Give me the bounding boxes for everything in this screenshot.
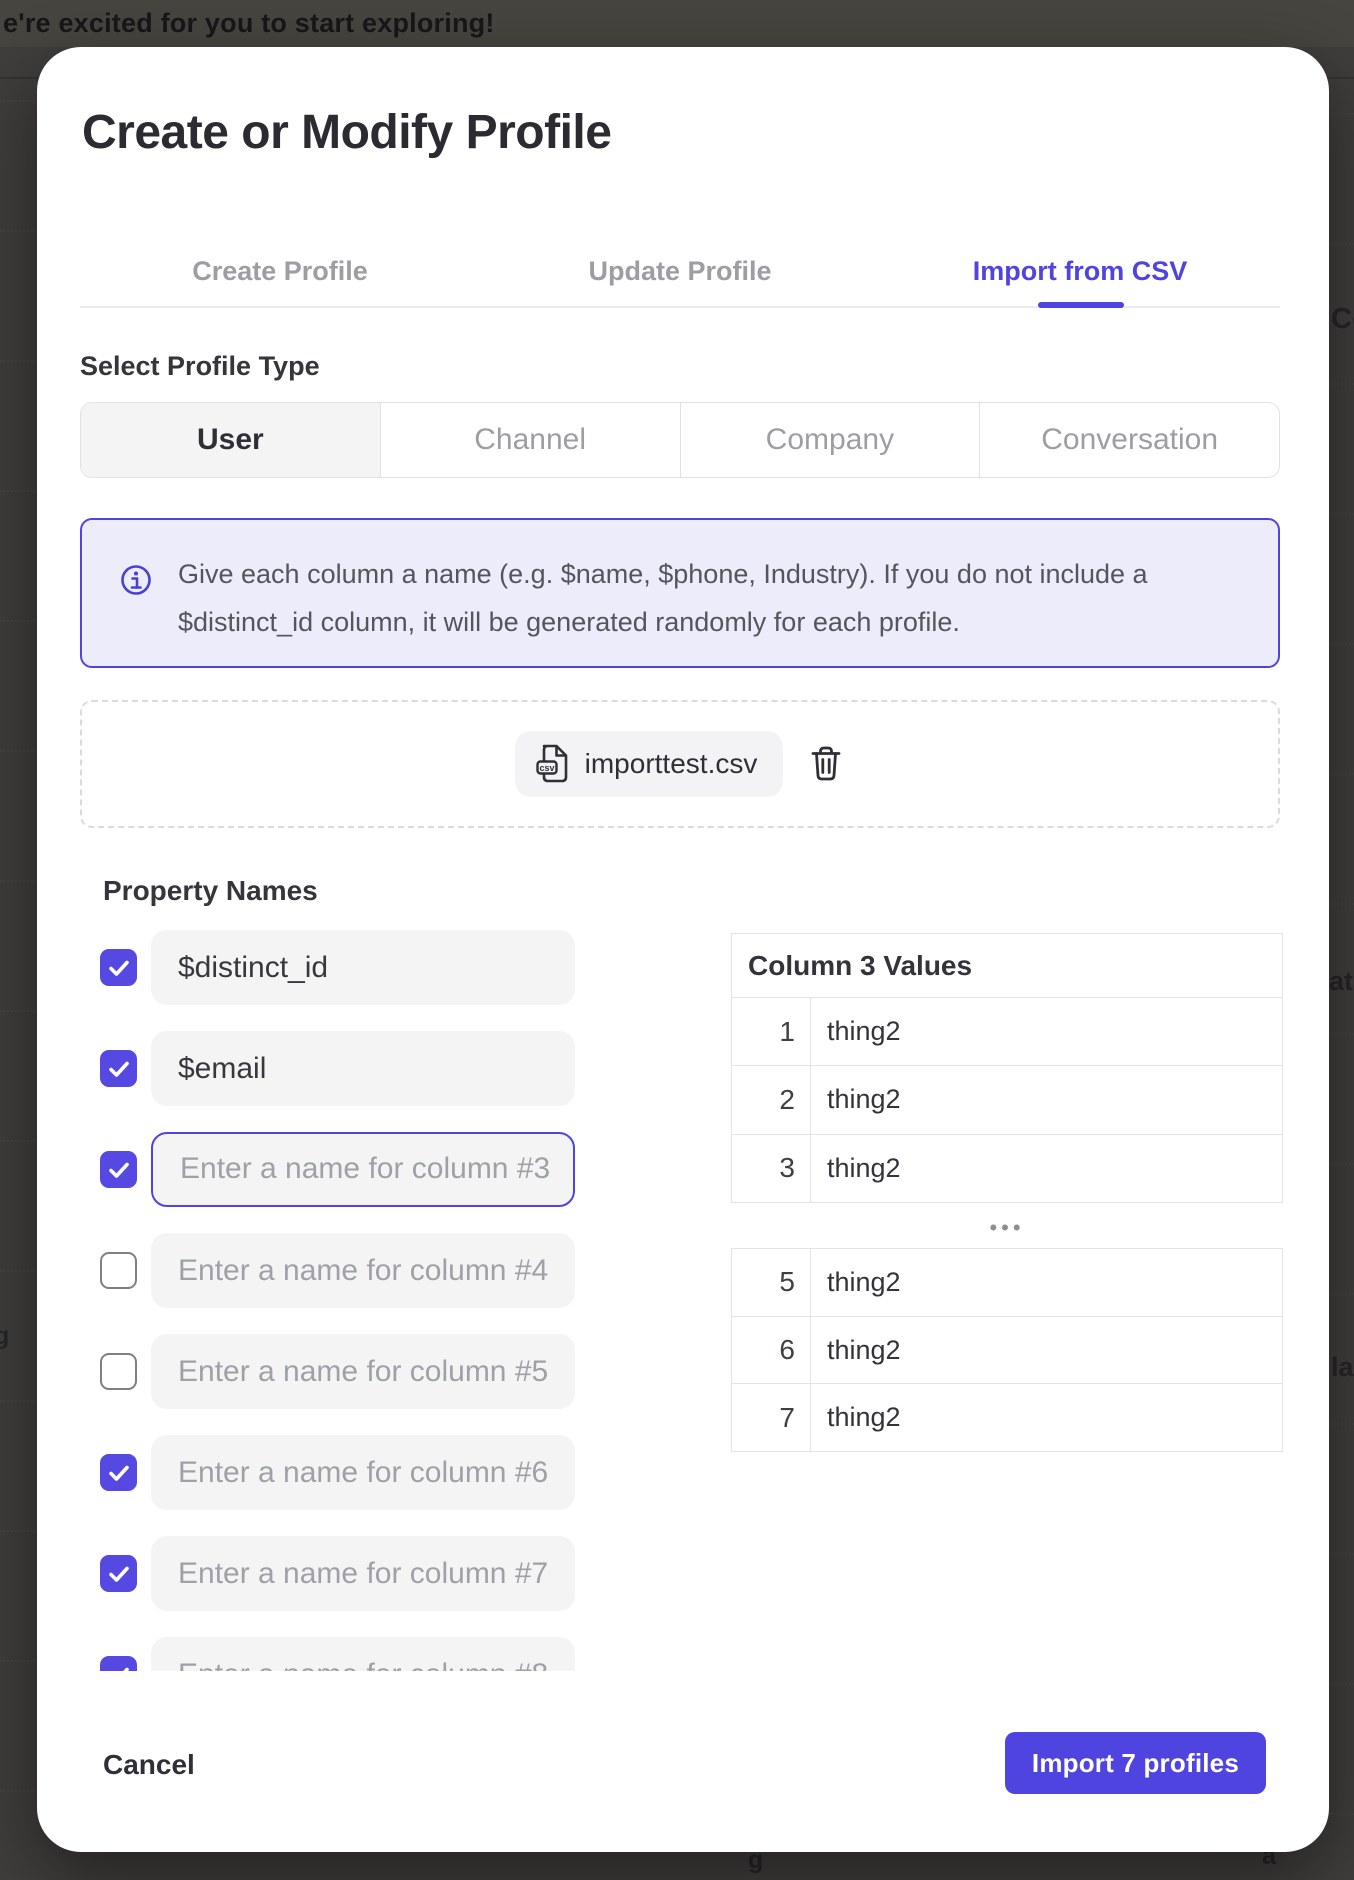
uploaded-file-name: importtest.csv: [585, 748, 758, 780]
segment-conversation[interactable]: Conversation: [980, 403, 1279, 477]
info-note: Give each column a name (e.g. $name, $ph…: [80, 518, 1280, 668]
background-text-fragment: ata: [1329, 966, 1354, 997]
info-note-text: Give each column a name (e.g. $name, $ph…: [178, 550, 1148, 666]
table-row: 1 thing2: [732, 998, 1282, 1066]
table-row: 6 thing2: [732, 1317, 1282, 1385]
info-note-line2: $distinct_id column, it will be generate…: [178, 598, 1148, 646]
column-values-table-bottom: 5 thing2 6 thing2 7 thing2: [731, 1248, 1283, 1452]
segment-user[interactable]: User: [81, 403, 381, 477]
column-5-checkbox[interactable]: [100, 1353, 137, 1390]
row-index: 6: [732, 1317, 811, 1384]
cancel-button[interactable]: Cancel: [103, 1745, 195, 1785]
table-row: 7 thing2: [732, 1384, 1282, 1451]
table-row: 3 thing2: [732, 1135, 1282, 1202]
row-value: thing2: [811, 1249, 1282, 1316]
trash-icon: [808, 744, 844, 784]
row-index: 3: [732, 1135, 811, 1202]
column-8-checkbox[interactable]: [100, 1656, 137, 1671]
background-banner-text: e're excited for you to start exploring!: [0, 0, 1354, 47]
column-5-name-input[interactable]: Enter a name for column #5: [151, 1334, 575, 1409]
delete-file-button[interactable]: [807, 744, 845, 784]
select-profile-type-label: Select Profile Type: [80, 347, 320, 385]
column-1-checkbox[interactable]: [100, 949, 137, 986]
row-value: thing2: [811, 1066, 1282, 1133]
column-2-checkbox[interactable]: [100, 1050, 137, 1087]
property-row: $distinct_id: [37, 930, 677, 1005]
property-row: Enter a name for column #6: [37, 1435, 677, 1510]
row-index: 2: [732, 1066, 811, 1133]
table-row: 2 thing2: [732, 1066, 1282, 1134]
rows-ellipsis: •••: [731, 1215, 1283, 1241]
column-4-name-input[interactable]: Enter a name for column #4: [151, 1233, 575, 1308]
column-1-name-input[interactable]: $distinct_id: [151, 930, 575, 1005]
column-7-name-input[interactable]: Enter a name for column #7: [151, 1536, 575, 1611]
table-row: 5 thing2: [732, 1249, 1282, 1317]
column-values-table-top: Column 3 Values 1 thing2 2 thing2 3 thin…: [731, 933, 1283, 1203]
property-row: Enter a name for column #7: [37, 1536, 677, 1611]
active-tab-underline: [1038, 302, 1124, 308]
background-text-fragment: lal: [1331, 1352, 1354, 1383]
background-text-fragment: Col: [1331, 303, 1354, 336]
import-profiles-button[interactable]: Import 7 profiles: [1005, 1732, 1266, 1794]
profile-type-segmented-control: User Channel Company Conversation: [80, 402, 1280, 478]
tab-import-from-csv[interactable]: Import from CSV: [880, 247, 1280, 295]
csv-file-icon: csv: [535, 743, 571, 785]
row-index: 1: [732, 998, 811, 1065]
row-index: 5: [732, 1249, 811, 1316]
tab-create-profile[interactable]: Create Profile: [80, 247, 480, 295]
column-8-name-input[interactable]: Enter a name for column #8: [151, 1637, 575, 1671]
property-row: Enter a name for column #5: [37, 1334, 677, 1409]
property-row: $email: [37, 1031, 677, 1106]
csv-file-chip[interactable]: csv importtest.csv: [515, 731, 784, 797]
row-value: thing2: [811, 1135, 1282, 1202]
column-4-checkbox[interactable]: [100, 1252, 137, 1289]
column-3-name-input[interactable]: Enter a name for column #3: [151, 1132, 575, 1207]
property-row: Enter a name for column #3: [37, 1132, 677, 1207]
file-upload-dropzone[interactable]: csv importtest.csv: [80, 700, 1280, 828]
segment-channel[interactable]: Channel: [381, 403, 681, 477]
info-icon: [120, 564, 152, 596]
column-2-name-input[interactable]: $email: [151, 1031, 575, 1106]
svg-text:csv: csv: [539, 763, 554, 773]
column-6-checkbox[interactable]: [100, 1454, 137, 1491]
column-6-name-input[interactable]: Enter a name for column #6: [151, 1435, 575, 1510]
column-7-checkbox[interactable]: [100, 1555, 137, 1592]
page-title: Create or Modify Profile: [82, 105, 611, 160]
create-or-modify-profile-dialog: Create or Modify Profile Create Profile …: [37, 47, 1329, 1852]
info-note-line1: Give each column a name (e.g. $name, $ph…: [178, 550, 1148, 598]
row-value: thing2: [811, 1384, 1282, 1451]
row-index: 7: [732, 1384, 811, 1451]
property-names-label: Property Names: [103, 873, 318, 909]
property-row: Enter a name for column #8: [37, 1637, 677, 1671]
background-text-fragment: g: [0, 1322, 9, 1351]
column-values-header: Column 3 Values: [732, 934, 1282, 998]
segment-company[interactable]: Company: [681, 403, 981, 477]
property-row: Enter a name for column #4: [37, 1233, 677, 1308]
column-3-checkbox[interactable]: [100, 1151, 137, 1188]
row-value: thing2: [811, 1317, 1282, 1384]
tab-update-profile[interactable]: Update Profile: [480, 247, 880, 295]
row-value: thing2: [811, 998, 1282, 1065]
